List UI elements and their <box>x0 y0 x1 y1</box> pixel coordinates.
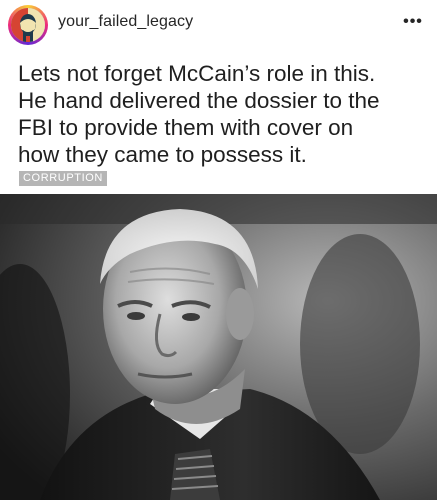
ellipsis-icon[interactable]: ••• <box>401 12 425 32</box>
caption-line: He hand delivered the dossier to the <box>18 88 380 113</box>
post-header: your_failed_legacy ••• <box>0 0 437 50</box>
post-caption-text: Lets not forget McCain’s role in this. H… <box>18 60 428 168</box>
portrait-photo <box>0 194 437 500</box>
caption-line: how they came to possess it. <box>18 142 307 167</box>
instagram-post: your_failed_legacy ••• Lets not forget M… <box>0 0 437 500</box>
caption-line: FBI to provide them with cover on <box>18 115 354 140</box>
avatar[interactable] <box>8 5 48 45</box>
avatar-image <box>11 8 45 42</box>
post-photo[interactable] <box>0 194 437 500</box>
avatar-portrait <box>11 8 45 42</box>
category-tag: CORRUPTION <box>19 171 107 186</box>
username[interactable]: your_failed_legacy <box>58 13 193 31</box>
caption-line: Lets not forget McCain’s role in this. <box>18 61 376 86</box>
